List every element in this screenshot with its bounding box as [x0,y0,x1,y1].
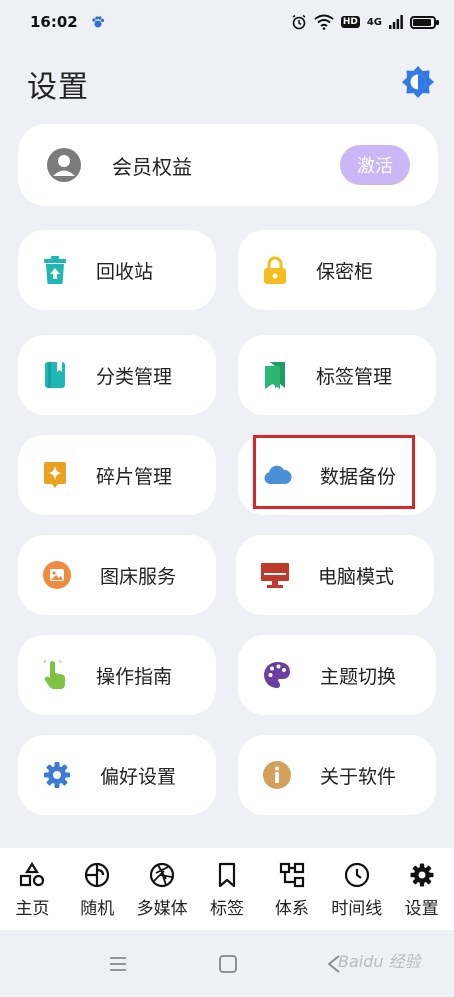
nav-label: 时间线 [331,899,383,919]
lock-icon [264,256,286,284]
palette-icon [264,662,290,688]
tile-preferences[interactable]: 偏好设置 [18,735,216,815]
tile-label: 图床服务 [100,565,177,588]
pointer-hand-icon [43,660,65,689]
info-icon [263,761,291,789]
hierarchy-icon [279,862,304,888]
tile-vault[interactable]: 保密柜 [238,230,436,310]
tile-user-guide[interactable]: 操作指南 [18,635,216,715]
random-icon [85,862,110,888]
baidu-paw-icon [92,16,104,28]
sparkle-icon [44,462,66,488]
nav-multimedia[interactable]: 多媒体 [130,848,195,930]
tile-label: 操作指南 [96,665,173,688]
alarm-icon [292,14,306,30]
member-benefits-label: 会员权益 [112,154,192,179]
page-title: 设置 [27,70,89,105]
book-icon [45,362,65,388]
avatar-icon [47,148,81,182]
monitor-icon [261,563,289,588]
tile-fragment-management[interactable]: 碎片管理 [18,435,216,515]
tile-label: 保密柜 [316,260,374,283]
battery-icon [410,15,439,29]
gear-icon [410,863,434,887]
tile-label: 电脑模式 [318,565,395,588]
tile-tag-management[interactable]: 标签管理 [238,335,436,415]
tile-label: 碎片管理 [96,465,173,488]
bookmark-outline-icon [218,862,236,888]
nav-label: 多媒体 [136,899,188,919]
status-bar: 16:02 HD 4G [0,0,454,44]
tile-label: 关于软件 [320,765,397,788]
menu-icon[interactable] [108,954,128,974]
tile-label: 标签管理 [316,365,393,388]
nav-tags[interactable]: 标签 [195,848,260,930]
image-icon [43,561,71,589]
tile-label: 回收站 [96,260,154,283]
tile-label: 主题切换 [320,665,397,688]
hd-badge: HD [340,16,360,28]
home-square-icon[interactable] [218,954,238,974]
nav-label: 主页 [15,899,50,919]
nav-label: 标签 [210,899,244,919]
nav-timeline[interactable]: 时间线 [324,848,389,930]
tile-desktop-mode[interactable]: 电脑模式 [236,535,434,615]
nav-settings[interactable]: 设置 [389,848,454,930]
tile-image-hosting[interactable]: 图床服务 [18,535,216,615]
signal-icon [389,15,403,29]
clock-icon [344,862,369,888]
tile-label: 数据备份 [320,465,397,488]
bookmark-icon [265,362,285,389]
nav-label: 体系 [274,899,309,919]
bottom-nav: 主页 随机 多媒体 标签 体系 时间线 设置 [0,848,454,930]
shapes-icon [20,862,45,887]
header: 设置 [0,58,454,108]
activate-button[interactable]: 激活 [340,145,410,185]
network-type: 4G [366,16,382,28]
nav-home[interactable]: 主页 [0,848,65,930]
tile-label: 分类管理 [96,365,173,388]
watermark: Baidu 经验 [338,952,421,971]
theme-toggle-icon[interactable] [400,64,436,100]
tile-theme-switch[interactable]: 主题切换 [238,635,436,715]
trash-icon [44,256,66,284]
aperture-icon [150,862,175,888]
gear-icon [44,762,70,788]
cloud-icon [264,465,292,484]
nav-random[interactable]: 随机 [65,848,130,930]
nav-label: 设置 [404,899,439,919]
nav-label: 随机 [80,899,115,919]
nav-system[interactable]: 体系 [259,848,324,930]
member-benefits-card[interactable]: 会员权益 激活 [18,124,438,206]
tile-label: 偏好设置 [100,765,177,788]
tile-data-backup[interactable]: 数据备份 [238,435,436,515]
wifi-icon [314,14,334,30]
status-time: 16:02 [30,13,78,31]
tile-recycle-bin[interactable]: 回收站 [18,230,216,310]
tile-about-software[interactable]: 关于软件 [238,735,436,815]
tile-category-management[interactable]: 分类管理 [18,335,216,415]
